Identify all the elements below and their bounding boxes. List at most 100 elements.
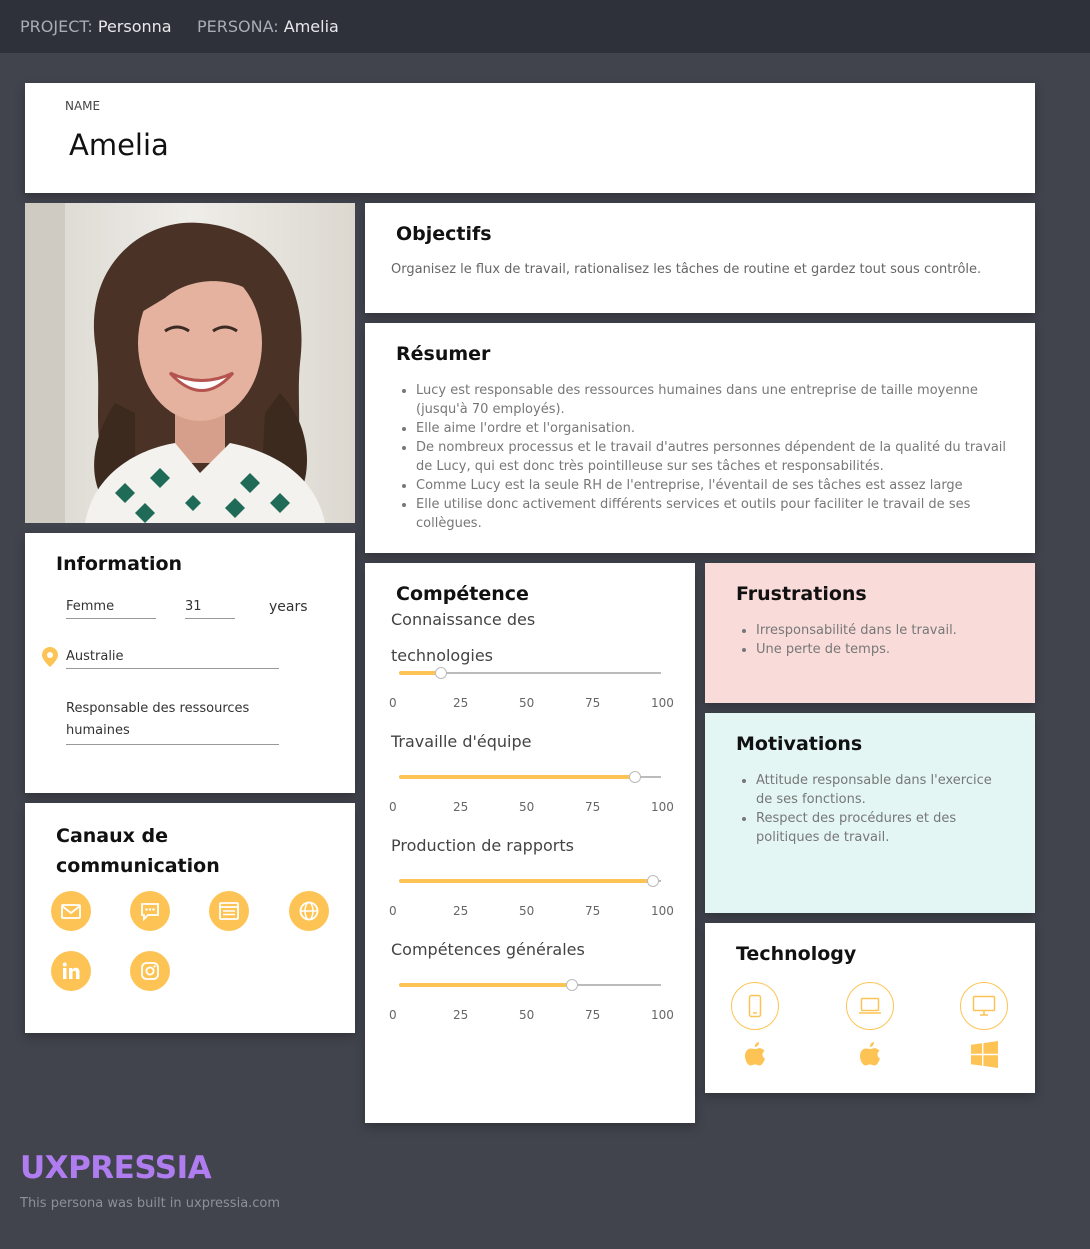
- name-label: NAME: [65, 99, 101, 113]
- instagram-icon[interactable]: [130, 951, 170, 991]
- globe-icon[interactable]: [289, 891, 329, 931]
- slider-fill: [399, 775, 635, 779]
- tick-label: 50: [519, 696, 535, 710]
- skill-slider[interactable]: [399, 770, 661, 784]
- linkedin-icon[interactable]: [51, 951, 91, 991]
- tick-label: 50: [519, 800, 535, 814]
- slider-ticks: 0 25 50 75 100: [389, 800, 675, 816]
- list-item: Comme Lucy est la seule RH de l'entrepri…: [416, 476, 1026, 495]
- age-field[interactable]: 31: [185, 599, 235, 619]
- tick-label: 25: [453, 800, 469, 814]
- location-pin-icon: [42, 647, 58, 671]
- competence-card: Compétence Connaissance des technologies…: [365, 563, 695, 1123]
- skill-label: Compétences générales: [391, 940, 585, 959]
- persona-name: Amelia: [283, 17, 339, 36]
- tick-label: 100: [651, 696, 674, 710]
- list-item: Elle aime l'ordre et l'organisation.: [416, 419, 1026, 438]
- slider-thumb[interactable]: [566, 979, 578, 991]
- top-bar: PROJECT: Personna PERSONA: Amelia: [0, 0, 1090, 53]
- age-unit: years: [269, 599, 308, 615]
- objectifs-title: Objectifs: [396, 223, 492, 245]
- frustrations-card: Frustrations Irresponsabilité dans le tr…: [705, 563, 1035, 703]
- project-name: Personna: [97, 17, 172, 36]
- job-title-field[interactable]: Responsable des ressources humaines: [66, 698, 279, 745]
- gender-field[interactable]: Femme: [66, 599, 156, 619]
- tick-label: 0: [389, 1008, 397, 1022]
- tick-label: 0: [389, 904, 397, 918]
- project-label: PROJECT:: [20, 17, 93, 36]
- browser-icon[interactable]: [209, 891, 249, 931]
- tick-label: 25: [453, 904, 469, 918]
- objectifs-card: Objectifs Organisez le flux de travail, …: [365, 203, 1035, 313]
- smartphone-icon[interactable]: [731, 982, 779, 1030]
- slider-fill: [399, 983, 572, 987]
- slider-thumb[interactable]: [647, 875, 659, 887]
- slider-ticks: 0 25 50 75 100: [389, 696, 675, 712]
- footer-note: This persona was built in uxpressia.com: [20, 1196, 281, 1211]
- resumer-title: Résumer: [396, 343, 491, 365]
- list-item: Attitude responsable dans l'exercice de …: [756, 771, 1006, 809]
- persona-name-field[interactable]: Amelia: [69, 128, 169, 162]
- skill-label: Travaille d'équipe: [391, 732, 532, 751]
- desktop-icon[interactable]: [960, 982, 1008, 1030]
- chat-icon[interactable]: [130, 891, 170, 931]
- channels-card: Canaux de communication: [25, 803, 355, 1033]
- persona-label: PERSONA:: [197, 17, 279, 36]
- objectifs-text[interactable]: Organisez le flux de travail, rationalis…: [391, 262, 1011, 277]
- motivations-title: Motivations: [736, 733, 863, 755]
- persona-breadcrumb[interactable]: PERSONA: Amelia: [197, 0, 339, 53]
- motivations-card: Motivations Attitude responsable dans l'…: [705, 713, 1035, 913]
- tick-label: 100: [651, 800, 674, 814]
- location-field[interactable]: Australie: [66, 649, 279, 669]
- slider-ticks: 0 25 50 75 100: [389, 1008, 675, 1024]
- technology-title: Technology: [736, 943, 857, 965]
- skill-slider[interactable]: [399, 978, 661, 992]
- tick-label: 50: [519, 904, 535, 918]
- skill-label: Production de rapports: [391, 836, 574, 855]
- information-title: Information: [56, 553, 183, 575]
- tick-label: 75: [585, 696, 601, 710]
- windows-icon: [971, 1041, 998, 1072]
- name-card: NAME Amelia: [25, 83, 1035, 193]
- tick-label: 100: [651, 904, 674, 918]
- list-item: Lucy est responsable des ressources huma…: [416, 381, 1026, 419]
- slider-fill: [399, 879, 653, 883]
- channels-title: Canaux de communication: [56, 821, 220, 881]
- tick-label: 50: [519, 1008, 535, 1022]
- skill-slider[interactable]: [399, 874, 661, 888]
- tick-label: 75: [585, 1008, 601, 1022]
- slider-thumb[interactable]: [435, 667, 447, 679]
- tick-label: 0: [389, 696, 397, 710]
- tick-label: 25: [453, 1008, 469, 1022]
- project-breadcrumb[interactable]: PROJECT: Personna: [20, 0, 172, 53]
- tick-label: 25: [453, 696, 469, 710]
- list-item: Elle utilise donc activement différents …: [416, 495, 1026, 533]
- channels-title-line-2: communication: [56, 855, 220, 877]
- frustrations-list[interactable]: Irresponsabilité dans le travail. Une pe…: [736, 621, 1026, 659]
- skill-label: Connaissance des technologies: [391, 610, 536, 665]
- frustrations-title: Frustrations: [736, 583, 867, 605]
- list-item: Respect des procédures et des politiques…: [756, 809, 1006, 847]
- list-item: Une perte de temps.: [756, 640, 1026, 659]
- apple-icon: [743, 1040, 767, 1072]
- tick-label: 0: [389, 800, 397, 814]
- laptop-icon[interactable]: [846, 982, 894, 1030]
- email-icon[interactable]: [51, 891, 91, 931]
- slider-thumb[interactable]: [629, 771, 641, 783]
- brand-logo[interactable]: UXPRESSIA: [20, 1150, 212, 1186]
- list-item: De nombreux processus et le travail d'au…: [416, 438, 1026, 476]
- tick-label: 75: [585, 904, 601, 918]
- technology-card: Technology: [705, 923, 1035, 1093]
- list-item: Irresponsabilité dans le travail.: [756, 621, 1026, 640]
- information-card: Information Femme 31 years Australie Res…: [25, 533, 355, 793]
- resumer-list[interactable]: Lucy est responsable des ressources huma…: [396, 381, 1026, 533]
- tick-label: 100: [651, 1008, 674, 1022]
- channels-title-line-1: Canaux de: [56, 825, 168, 847]
- skill-slider[interactable]: [399, 666, 661, 680]
- apple-icon: [858, 1040, 882, 1072]
- motivations-list[interactable]: Attitude responsable dans l'exercice de …: [736, 771, 1006, 847]
- persona-photo[interactable]: [25, 203, 355, 523]
- slider-ticks: 0 25 50 75 100: [389, 904, 675, 920]
- job-title-line-2: humaines: [66, 723, 130, 738]
- tick-label: 75: [585, 800, 601, 814]
